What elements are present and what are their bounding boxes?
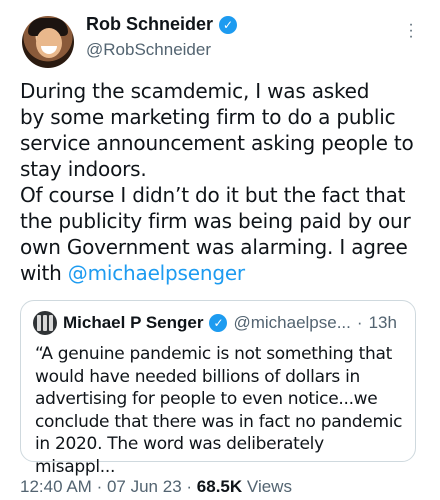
quoted-separator: · <box>356 313 363 332</box>
quoted-tweet-text: “A genuine pandemic is not something tha… <box>35 344 403 477</box>
quoted-author-name: Michael P Senger <box>63 313 204 332</box>
mention-link[interactable]: @michaelpsenger <box>68 261 245 285</box>
meta-separator: · <box>96 477 103 496</box>
tweet-time[interactable]: 12:40 AM <box>20 477 92 496</box>
tweet-date[interactable]: 07 Jun 23 <box>107 477 182 496</box>
author-name-row: Rob Schneider ✓ <box>86 14 238 35</box>
tweet-header: Rob Schneider ✓ @RobSchneider · · · <box>20 12 424 68</box>
quoted-tweet-header: Michael P Senger ✓ @michaelpse... · 13h <box>33 311 397 335</box>
tweet-meta: 12:40 AM · 07 Jun 23 · 68.5K Views <box>20 477 292 497</box>
quoted-time: 13h <box>368 313 397 332</box>
views-label: Views <box>246 477 292 496</box>
tweet-text: During the scamdemic, I was asked by som… <box>20 78 425 286</box>
author-avatar[interactable] <box>22 16 74 68</box>
quoted-tweet-card[interactable]: Michael P Senger ✓ @michaelpse... · 13h … <box>20 300 416 477</box>
more-vertical-icon[interactable]: · · · <box>408 17 414 45</box>
tweet-body: During the scamdemic, I was asked by som… <box>20 79 414 285</box>
quoted-author-avatar <box>33 311 57 335</box>
author-handle[interactable]: @RobSchneider <box>86 40 211 60</box>
verified-badge-icon: ✓ <box>209 314 228 332</box>
quoted-author-handle: @michaelpse... <box>233 313 351 332</box>
views-count[interactable]: 68.5K <box>197 477 242 496</box>
meta-separator: · <box>186 477 193 496</box>
author-display-name[interactable]: Rob Schneider <box>86 14 213 35</box>
verified-badge-icon: ✓ <box>219 15 238 34</box>
